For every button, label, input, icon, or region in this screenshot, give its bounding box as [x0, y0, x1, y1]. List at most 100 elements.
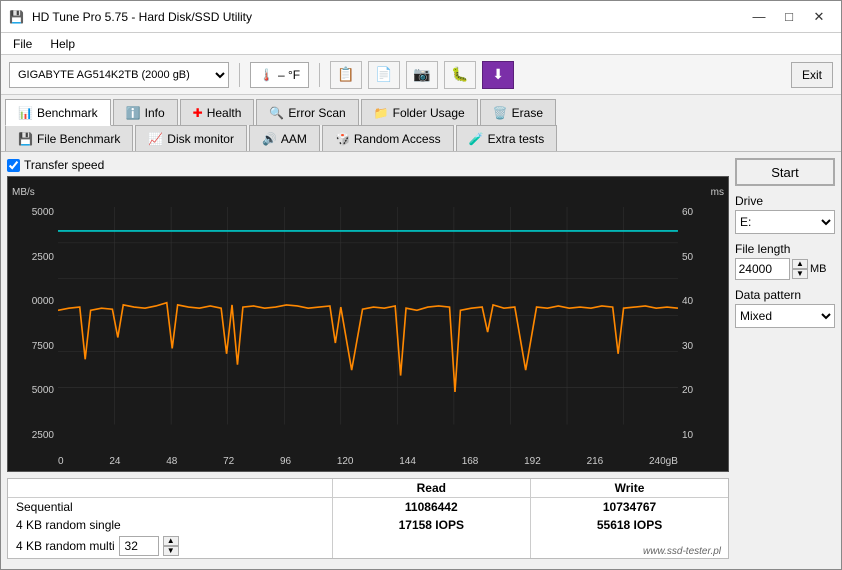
menu-file[interactable]: File [5, 35, 40, 53]
app-icon: 💾 [9, 10, 24, 24]
tab-folder-usage[interactable]: 📁 Folder Usage [361, 99, 478, 125]
toolbar-btn-2[interactable]: 📄 [368, 61, 400, 89]
y-label-4: 5000 [32, 385, 54, 396]
ms-label-50: 50 [682, 252, 693, 263]
health-icon: ✚ [193, 106, 203, 120]
queue-depth-up[interactable]: ▲ [163, 536, 179, 546]
tabs-row2: 💾 File Benchmark 📈 Disk monitor 🔊 AAM 🎲 … [1, 125, 841, 152]
y-label-3: 7500 [32, 341, 54, 352]
drive-section: Drive E: [735, 194, 835, 234]
tab-erase[interactable]: 🗑️ Erase [480, 99, 556, 125]
start-button[interactable]: Start [735, 158, 835, 186]
file-length-input-row: ▲ ▼ MB [735, 258, 835, 280]
randomaccess-icon: 🎲 [335, 132, 350, 146]
transfer-speed-checkbox[interactable] [7, 159, 20, 172]
mb-unit-label: MB [810, 263, 827, 275]
data-pattern-select[interactable]: Mixed Random 0x00 0xFF [735, 304, 835, 328]
aam-icon: 🔊 [262, 132, 277, 146]
col-header-empty [8, 479, 332, 498]
info-icon: ℹ️ [126, 106, 141, 120]
menu-bar: File Help [1, 33, 841, 55]
ms-label-30: 30 [682, 341, 693, 352]
main-window: 💾 HD Tune Pro 5.75 - Hard Disk/SSD Utili… [0, 0, 842, 570]
table-row: Sequential 11086442 10734767 [8, 498, 728, 517]
erase-icon: 🗑️ [493, 106, 508, 120]
col-header-write: Write [531, 479, 728, 498]
row3-read [332, 534, 531, 558]
file-length-up[interactable]: ▲ [792, 259, 808, 269]
maximize-button[interactable]: □ [775, 6, 803, 28]
x-label-120: 120 [337, 456, 354, 467]
drive-select[interactable]: GIGABYTE AG514K2TB (2000 gB) [9, 62, 229, 88]
toolbar-btn-1[interactable]: 📋 [330, 61, 362, 89]
x-label-48: 48 [166, 456, 177, 467]
results-table: Read Write Sequential 11086442 10734767 … [8, 479, 728, 558]
row1-read: 11086442 [332, 498, 531, 517]
x-label-24: 24 [109, 456, 120, 467]
tab-file-benchmark[interactable]: 💾 File Benchmark [5, 125, 133, 151]
tab-info[interactable]: ℹ️ Info [113, 99, 178, 125]
toolbar-btn-3[interactable]: 📷 [406, 61, 438, 89]
filebenchmark-icon: 💾 [18, 132, 33, 146]
row2-read: 17158 IOPS [332, 516, 531, 534]
file-length-down[interactable]: ▼ [792, 269, 808, 279]
x-label-168: 168 [462, 456, 479, 467]
benchmark-icon: 📊 [18, 106, 33, 120]
watermark: www.ssd-tester.pl [643, 546, 721, 557]
row2-label: 4 KB random single [8, 516, 332, 534]
menu-help[interactable]: Help [42, 35, 83, 53]
unit-label-mbs: MB/s [12, 187, 35, 198]
unit-label-ms: ms [711, 187, 724, 198]
title-bar-buttons: — □ ✕ [745, 6, 833, 28]
file-length-input[interactable] [735, 258, 790, 280]
stats-table: Read Write Sequential 11086442 10734767 … [7, 478, 729, 559]
title-bar: 💾 HD Tune Pro 5.75 - Hard Disk/SSD Utili… [1, 1, 841, 33]
window-title: HD Tune Pro 5.75 - Hard Disk/SSD Utility [32, 10, 252, 24]
toolbar-btn-4[interactable]: 🐛 [444, 61, 476, 89]
temperature-display: 🌡️ – °F [250, 62, 309, 88]
ms-label-40: 40 [682, 296, 693, 307]
x-label-72: 72 [223, 456, 234, 467]
drive-panel-label: Drive [735, 194, 835, 208]
chart-svg [58, 207, 678, 425]
tab-random-access[interactable]: 🎲 Random Access [322, 125, 454, 151]
tab-disk-monitor[interactable]: 📈 Disk monitor [135, 125, 247, 151]
x-label-96: 96 [280, 456, 291, 467]
errorscan-icon: 🔍 [269, 106, 284, 120]
col-header-read: Read [332, 479, 531, 498]
exit-button[interactable]: Exit [791, 62, 833, 88]
tab-extra-tests[interactable]: 🧪 Extra tests [456, 125, 558, 151]
table-row: 4 KB random multi ▲ ▼ [8, 534, 728, 558]
tab-health[interactable]: ✚ Health [180, 99, 255, 125]
diskmonitor-icon: 📈 [148, 132, 163, 146]
y-label-0: 5000 [32, 207, 54, 218]
y-label-1: 2500 [32, 252, 54, 263]
queue-depth-down[interactable]: ▼ [163, 546, 179, 556]
tab-benchmark[interactable]: 📊 Benchmark [5, 99, 111, 126]
x-label-192: 192 [524, 456, 541, 467]
chart-canvas-area [58, 207, 678, 441]
y-axis-right: 60 50 40 30 20 10 [678, 207, 728, 441]
tab-error-scan[interactable]: 🔍 Error Scan [256, 99, 358, 125]
row1-write: 10734767 [531, 498, 728, 517]
temperature-value: – °F [278, 68, 300, 82]
minimize-button[interactable]: — [745, 6, 773, 28]
tab-aam[interactable]: 🔊 AAM [249, 125, 320, 151]
multi-queue-depth-input[interactable] [119, 536, 159, 556]
row1-label: Sequential [8, 498, 332, 517]
content-area: Transfer speed MB/s ms 5000 2500 0000 75… [1, 152, 841, 569]
y-label-2: 0000 [32, 296, 54, 307]
transfer-speed-toggle: Transfer speed [7, 158, 729, 172]
tabs-row1: 📊 Benchmark ℹ️ Info ✚ Health 🔍 Error Sca… [1, 95, 841, 125]
close-button[interactable]: ✕ [805, 6, 833, 28]
right-panel: Start Drive E: File length ▲ ▼ MB [735, 158, 835, 563]
transfer-speed-label: Transfer speed [24, 158, 104, 172]
drive-panel-select[interactable]: E: [735, 210, 835, 234]
extratests-icon: 🧪 [469, 132, 484, 146]
x-label-0: 0 [58, 456, 64, 467]
toolbar-separator-2 [319, 63, 320, 87]
toolbar-btn-5[interactable]: ⬇ [482, 61, 514, 89]
x-axis: 0 24 48 72 96 120 144 168 192 216 240gB [58, 456, 678, 467]
row2-write: 55618 IOPS [531, 516, 728, 534]
ms-label-10: 10 [682, 430, 693, 441]
